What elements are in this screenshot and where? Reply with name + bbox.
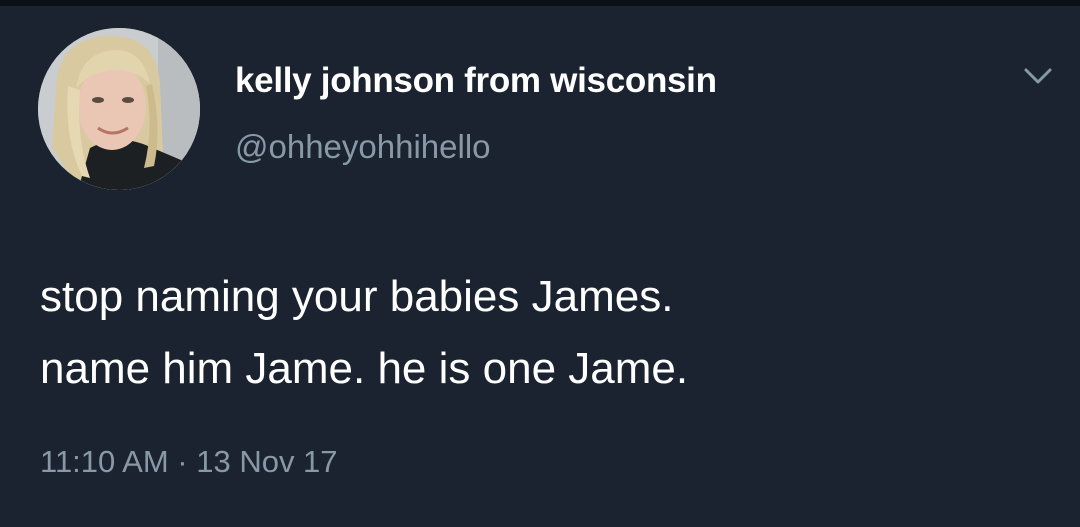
chevron-down-icon[interactable] bbox=[1018, 61, 1058, 91]
author-display-name[interactable]: kelly johnson from wisconsin bbox=[235, 61, 717, 101]
tweet-timestamp[interactable]: 11:10 AM · 13 Nov 17 bbox=[40, 444, 338, 480]
tweet-text: stop naming your babies James. name him … bbox=[40, 261, 1050, 405]
avatar[interactable] bbox=[38, 28, 200, 190]
tweet-text-line: name him Jame. he is one Jame. bbox=[40, 344, 689, 393]
avatar-photo bbox=[38, 28, 200, 190]
tweet-card: kelly johnson from wisconsin @ohheyohhih… bbox=[0, 6, 1080, 527]
author-handle[interactable]: @ohheyohhihello bbox=[235, 128, 491, 166]
tweet-text-line: stop naming your babies James. bbox=[40, 272, 674, 321]
